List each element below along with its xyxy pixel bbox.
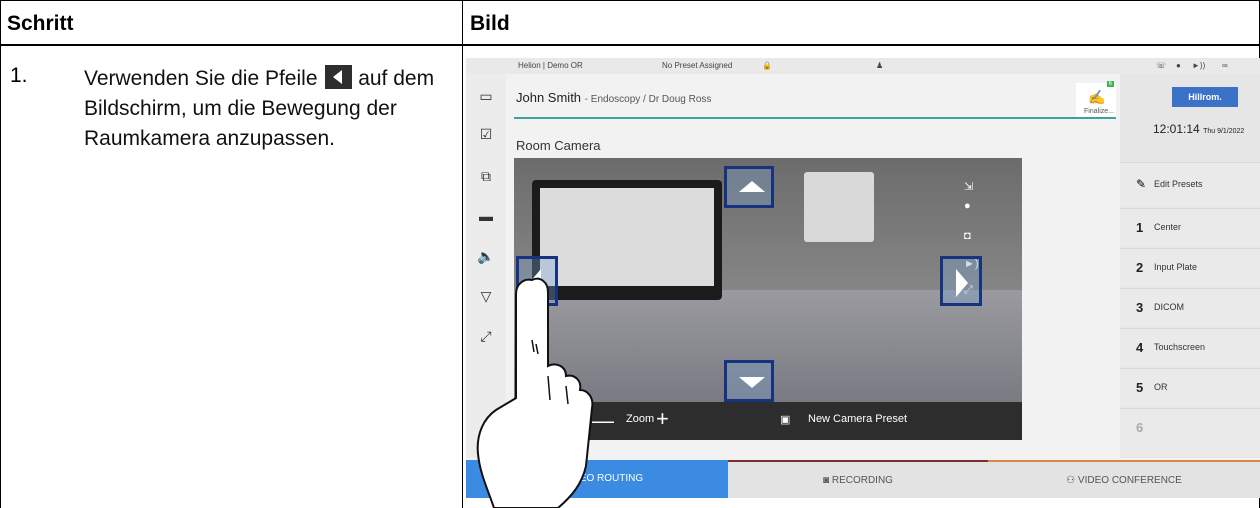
patient-name: John Smith	[516, 90, 582, 105]
pan-right-button[interactable]	[940, 256, 982, 306]
tab-recording[interactable]: ◙ RECORDING	[728, 460, 988, 498]
tab-video-conference[interactable]: ⚇ VIDEO CONFERENCE	[988, 460, 1260, 498]
up-arrow-icon	[739, 181, 765, 192]
preset-label: Center	[1154, 222, 1182, 232]
preset-num: 1	[1136, 220, 1144, 235]
table-border-top	[0, 0, 1260, 1]
step-number: 1.	[10, 64, 28, 87]
preset-num: 4	[1136, 340, 1144, 355]
zoom-bar: — Zoom + ▣ New Camera Preset	[562, 402, 1022, 440]
preset-label: Input Plate	[1154, 262, 1198, 272]
preset-label: DICOM	[1154, 302, 1184, 312]
pencil-icon: ✎	[1136, 177, 1147, 191]
header-step: Schritt	[7, 12, 74, 35]
preset-label: OR	[1154, 382, 1168, 392]
camera-icon[interactable]: ◘	[964, 230, 971, 242]
preset-button-1[interactable]: 1 Center	[1120, 208, 1260, 247]
clock-time: 12:01:14	[1153, 122, 1200, 136]
room-camera-title: Room Camera	[516, 138, 601, 153]
patient-card-icon[interactable]: ▭	[476, 86, 496, 106]
preset-num: 5	[1136, 380, 1144, 395]
table-border-middle	[462, 0, 463, 508]
video-conference-icon: ⚇	[1066, 475, 1078, 486]
tab-video-conference-label: VIDEO CONFERENCE	[1077, 475, 1182, 486]
snapshot-icon[interactable]: ⇲	[964, 180, 973, 193]
layout-icon[interactable]: ⧉	[476, 166, 496, 186]
record-icon[interactable]: ●	[964, 200, 971, 212]
table-border-header	[0, 44, 1260, 46]
person-icon[interactable]: ♟	[876, 61, 883, 70]
tab-recording-label: RECORDING	[831, 475, 893, 486]
pan-down-button[interactable]	[724, 360, 774, 402]
right-arrow-icon	[956, 269, 968, 297]
procedure-label: - Endoscopy / Dr Doug Ross	[584, 94, 712, 105]
edit-presets-button[interactable]: ✎ Edit Presets	[1120, 162, 1260, 207]
preset-label: Touchscreen	[1154, 342, 1206, 352]
preset-status: No Preset Assigned	[662, 61, 733, 70]
preset-num: 2	[1136, 260, 1144, 275]
preset-button-2[interactable]: 2 Input Plate	[1120, 248, 1260, 287]
down-arrow-icon	[739, 377, 765, 388]
finalize-button[interactable]: 6 ✍ Finalize...	[1076, 81, 1116, 117]
record-dot-icon: ●	[1176, 61, 1181, 70]
finalize-user-icon: ✍	[1088, 89, 1106, 105]
glasses-icon: ∞	[1222, 61, 1228, 70]
clock: 12:01:14 Thu 9/1/2022	[1153, 122, 1244, 136]
finalize-badge: 6	[1106, 81, 1114, 87]
room-name: Helion | Demo OR	[518, 61, 583, 70]
preset-num: 3	[1136, 300, 1144, 315]
preset-button-6[interactable]: 6	[1120, 408, 1260, 457]
preset-panel: Hillrom. 12:01:14 Thu 9/1/2022 ✎ Edit Pr…	[1120, 74, 1260, 458]
preset-button-3[interactable]: 3 DICOM	[1120, 288, 1260, 327]
lock-icon[interactable]: 🔒	[762, 61, 772, 70]
patient-header: John Smith - Endoscopy / Dr Doug Ross	[516, 90, 711, 105]
preset-button-4[interactable]: 4 Touchscreen	[1120, 328, 1260, 367]
clock-date: Thu 9/1/2022	[1203, 128, 1245, 135]
camera-equipment-image	[804, 172, 874, 242]
zoom-label: Zoom	[626, 413, 655, 425]
patient-divider	[514, 117, 1116, 119]
step-instruction: Verwenden Sie die Pfeile auf dem Bildsch…	[84, 64, 444, 154]
status-bar: Helion | Demo OR No Preset Assigned 🔒 ♟ …	[466, 58, 1260, 74]
save-preset-icon: ▣	[780, 414, 791, 426]
table-border-left	[0, 0, 1, 508]
preset-num: 6	[1136, 420, 1144, 435]
edit-presets-label: Edit Presets	[1154, 179, 1203, 189]
speaker-icon[interactable]: 🔈	[476, 246, 496, 266]
checklist-icon[interactable]: ☑	[476, 124, 496, 144]
pan-up-button[interactable]	[724, 166, 774, 208]
finalize-label: Finalize...	[1084, 108, 1114, 115]
instruction-table: Schritt Bild 1. Verwenden Sie die Pfeile…	[0, 0, 1260, 508]
step-text-before: Verwenden Sie die Pfeile	[84, 67, 318, 90]
zoom-in-icon[interactable]: +	[656, 406, 669, 432]
pointing-hand-image	[476, 277, 594, 508]
audio-icon: ►))	[1192, 61, 1206, 70]
hillrom-logo: Hillrom.	[1172, 87, 1238, 107]
new-camera-preset-button[interactable]: New Camera Preset	[808, 413, 907, 425]
display-icon[interactable]: ▬	[476, 206, 496, 226]
recording-icon: ◙	[823, 475, 832, 486]
left-arrow-icon	[325, 65, 353, 89]
header-image: Bild	[470, 12, 510, 35]
phone-icon[interactable]: ☏	[1156, 61, 1166, 70]
preset-button-5[interactable]: 5 OR	[1120, 368, 1260, 407]
